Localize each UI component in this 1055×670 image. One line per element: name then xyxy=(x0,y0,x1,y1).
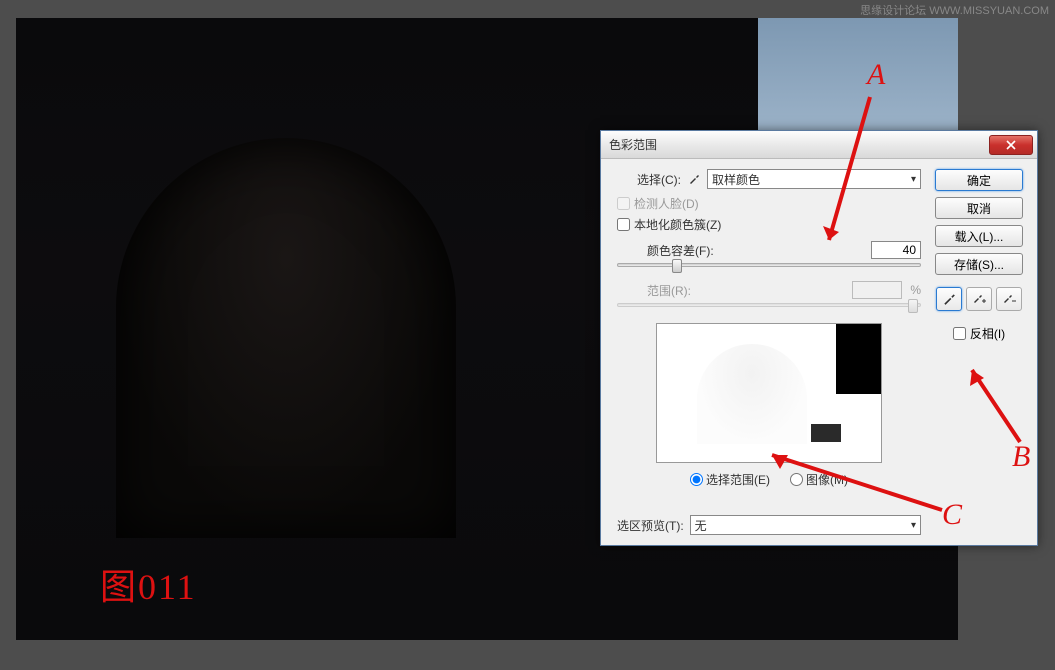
preview-mode-value: 无 xyxy=(695,517,707,534)
range-thumb xyxy=(908,299,918,313)
radio-image-input[interactable] xyxy=(790,473,803,486)
eyedropper-sample[interactable] xyxy=(936,287,962,311)
fuzziness-label: 颜色容差(F): xyxy=(647,242,714,259)
radio-image-label: 图像(M) xyxy=(806,471,848,488)
fuzziness-slider[interactable] xyxy=(617,263,921,267)
color-range-dialog: 色彩范围 选择(C): 取样颜色 检测人脸(D) 本地化颜色簇 xyxy=(600,130,1038,546)
range-slider xyxy=(617,303,921,307)
detect-faces-label: 检测人脸(D) xyxy=(634,195,699,212)
eyedropper-icon xyxy=(942,292,956,306)
watermark-text: 思缘设计论坛 WWW.MISSYUAN.COM xyxy=(860,2,1049,18)
preview-mode-label: 选区预览(T): xyxy=(617,517,684,534)
load-button[interactable]: 载入(L)... xyxy=(935,225,1023,247)
eyedropper-plus-icon xyxy=(972,292,986,306)
selection-preview[interactable] xyxy=(656,323,882,463)
range-input xyxy=(852,281,902,299)
detect-faces-checkbox xyxy=(617,197,630,210)
range-unit: % xyxy=(910,283,921,297)
annotation-a: A xyxy=(867,58,885,92)
radio-selection-label: 选择范围(E) xyxy=(706,471,770,488)
eyedropper-add[interactable] xyxy=(966,287,992,311)
close-button[interactable] xyxy=(989,135,1033,155)
select-value: 取样颜色 xyxy=(712,171,760,188)
eyedropper-tools xyxy=(936,287,1022,311)
save-button[interactable]: 存储(S)... xyxy=(935,253,1023,275)
localized-checkbox[interactable] xyxy=(617,218,630,231)
invert-checkbox[interactable] xyxy=(953,327,966,340)
radio-selection[interactable]: 选择范围(E) xyxy=(690,471,770,488)
select-label: 选择(C): xyxy=(637,171,681,188)
fuzziness-input[interactable] xyxy=(871,241,921,259)
invert-label: 反相(I) xyxy=(970,325,1005,342)
eyedropper-minus-icon xyxy=(1002,292,1016,306)
annotation-c: C xyxy=(942,498,962,532)
eyedropper-subtract[interactable] xyxy=(996,287,1022,311)
dialog-title: 色彩范围 xyxy=(609,136,657,153)
dialog-titlebar[interactable]: 色彩范围 xyxy=(601,131,1037,159)
fuzziness-thumb[interactable] xyxy=(672,259,682,273)
radio-selection-input[interactable] xyxy=(690,473,703,486)
ok-button[interactable]: 确定 xyxy=(935,169,1023,191)
close-icon xyxy=(1005,140,1017,150)
arch-region xyxy=(116,138,456,538)
cancel-button[interactable]: 取消 xyxy=(935,197,1023,219)
localized-label: 本地化颜色簇(Z) xyxy=(634,216,721,233)
select-dropdown[interactable]: 取样颜色 xyxy=(707,169,921,189)
annotation-b: B xyxy=(1012,440,1030,474)
preview-mode-dropdown[interactable]: 无 xyxy=(690,515,921,535)
eyedropper-icon xyxy=(687,172,701,186)
figure-label: 图011 xyxy=(100,558,197,610)
radio-image[interactable]: 图像(M) xyxy=(790,471,848,488)
range-label: 范围(R): xyxy=(647,282,691,299)
